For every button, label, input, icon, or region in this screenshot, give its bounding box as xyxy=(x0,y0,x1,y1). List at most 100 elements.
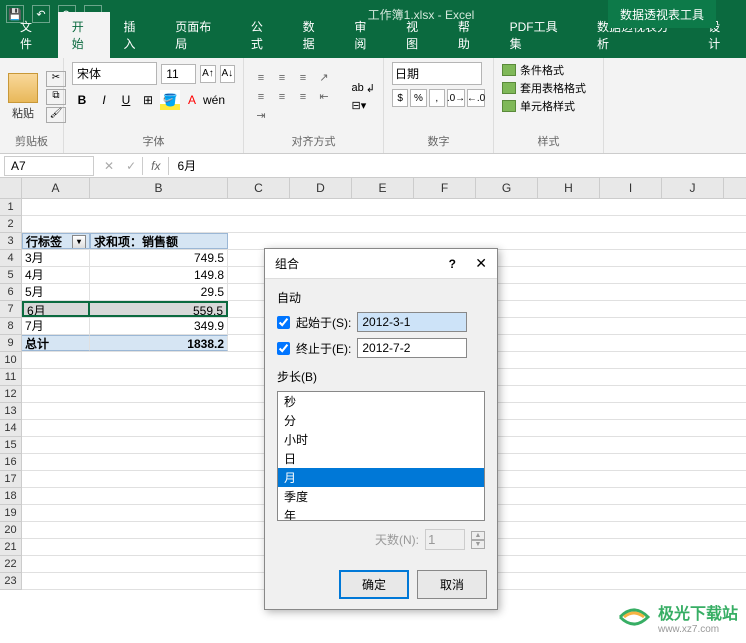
row-header[interactable]: 16 xyxy=(0,454,22,471)
end-input[interactable] xyxy=(357,338,467,358)
pivot-value[interactable]: 749.5 xyxy=(90,250,228,266)
tab-view[interactable]: 视图 xyxy=(392,12,444,58)
row-header[interactable]: 10 xyxy=(0,352,22,369)
list-item[interactable]: 秒 xyxy=(278,392,484,411)
row-header[interactable]: 7 xyxy=(0,301,22,318)
row-header[interactable]: 6 xyxy=(0,284,22,301)
list-item[interactable]: 年 xyxy=(278,506,484,521)
list-item[interactable]: 季度 xyxy=(278,487,484,506)
col-header[interactable]: E xyxy=(352,178,414,198)
row-header[interactable]: 13 xyxy=(0,403,22,420)
cancel-formula-icon[interactable]: ✕ xyxy=(98,159,120,173)
align-center-icon[interactable]: ≡ xyxy=(273,89,291,105)
font-size-select[interactable]: 11 xyxy=(161,64,196,84)
increase-decimal-icon[interactable]: .0→ xyxy=(447,89,465,107)
align-right-icon[interactable]: ≡ xyxy=(294,89,312,105)
row-header[interactable]: 4 xyxy=(0,250,22,267)
merge-button[interactable]: ⊟▾ xyxy=(352,99,375,112)
tab-help[interactable]: 帮助 xyxy=(444,12,496,58)
indent-decrease-icon[interactable]: ⇤ xyxy=(315,89,333,105)
border-button[interactable]: ⊞ xyxy=(138,90,158,110)
comma-format-icon[interactable]: , xyxy=(429,89,445,107)
fx-button[interactable]: fx xyxy=(143,159,168,173)
pivot-value[interactable]: 559.5 xyxy=(90,301,228,317)
format-painter-icon[interactable]: 🖌 xyxy=(46,107,66,123)
font-color-button[interactable]: A xyxy=(182,90,202,110)
row-header[interactable]: 11 xyxy=(0,369,22,386)
formula-input[interactable]: 6月 xyxy=(169,155,746,176)
tab-page-layout[interactable]: 页面布局 xyxy=(161,12,237,58)
align-top-icon[interactable]: ≡ xyxy=(252,70,270,86)
paste-button[interactable]: 粘贴 xyxy=(8,73,38,121)
start-input[interactable] xyxy=(357,312,467,332)
cancel-button[interactable]: 取消 xyxy=(417,570,487,599)
col-header[interactable]: H xyxy=(538,178,600,198)
pivot-row-label[interactable]: 5月 xyxy=(22,284,90,300)
col-header[interactable]: C xyxy=(228,178,290,198)
filter-dropdown-icon[interactable]: ▾ xyxy=(72,235,86,249)
tab-pdf[interactable]: PDF工具集 xyxy=(496,12,583,58)
ok-button[interactable]: 确定 xyxy=(339,570,409,599)
pivot-row-label[interactable]: 4月 xyxy=(22,267,90,283)
tab-review[interactable]: 审阅 xyxy=(340,12,392,58)
start-checkbox[interactable] xyxy=(277,316,290,329)
active-cell[interactable]: 6月 xyxy=(22,301,90,317)
pivot-total-label[interactable]: 总计 xyxy=(22,335,90,351)
list-item[interactable]: 分 xyxy=(278,411,484,430)
row-header[interactable]: 21 xyxy=(0,539,22,556)
orientation-icon[interactable]: ↗ xyxy=(315,70,333,86)
table-format-button[interactable]: 套用表格格式 xyxy=(502,80,595,96)
align-left-icon[interactable]: ≡ xyxy=(252,89,270,105)
tab-formulas[interactable]: 公式 xyxy=(237,12,289,58)
list-item[interactable]: 小时 xyxy=(278,430,484,449)
row-header[interactable]: 20 xyxy=(0,522,22,539)
decrease-font-icon[interactable]: A↓ xyxy=(220,65,235,83)
row-header[interactable]: 19 xyxy=(0,505,22,522)
pivot-total-value[interactable]: 1838.2 xyxy=(90,335,228,351)
tab-insert[interactable]: 插入 xyxy=(110,12,162,58)
conditional-format-button[interactable]: 条件格式 xyxy=(502,62,595,78)
cell-style-button[interactable]: 单元格样式 xyxy=(502,98,595,114)
align-bottom-icon[interactable]: ≡ xyxy=(294,70,312,86)
close-icon[interactable]: ✕ xyxy=(475,255,487,271)
row-header[interactable]: 22 xyxy=(0,556,22,573)
pivot-value[interactable]: 29.5 xyxy=(90,284,228,300)
row-header[interactable]: 12 xyxy=(0,386,22,403)
percent-format-icon[interactable]: % xyxy=(410,89,426,107)
row-header[interactable]: 15 xyxy=(0,437,22,454)
help-icon[interactable]: ? xyxy=(449,257,456,271)
row-header[interactable]: 17 xyxy=(0,471,22,488)
row-header[interactable]: 14 xyxy=(0,420,22,437)
underline-button[interactable]: U xyxy=(116,90,136,110)
pivot-value-header[interactable]: 求和项：销售额 xyxy=(90,233,228,249)
pivot-value[interactable]: 149.8 xyxy=(90,267,228,283)
cut-icon[interactable]: ✂ xyxy=(46,71,66,87)
col-header[interactable]: G xyxy=(476,178,538,198)
pivot-row-label[interactable]: 7月 xyxy=(22,318,90,334)
select-all-corner[interactable] xyxy=(0,178,22,198)
list-item[interactable]: 日 xyxy=(278,449,484,468)
col-header[interactable]: F xyxy=(414,178,476,198)
font-name-select[interactable]: 宋体 xyxy=(72,62,157,85)
bold-button[interactable]: B xyxy=(72,90,92,110)
decrease-decimal-icon[interactable]: ←.0 xyxy=(467,89,485,107)
enter-formula-icon[interactable]: ✓ xyxy=(120,159,142,173)
tab-home[interactable]: 开始 xyxy=(58,12,110,58)
row-header[interactable]: 23 xyxy=(0,573,22,590)
accounting-format-icon[interactable]: $ xyxy=(392,89,408,107)
row-header[interactable]: 5 xyxy=(0,267,22,284)
name-box[interactable]: A7 xyxy=(4,156,94,176)
pivot-row-label[interactable]: 3月 xyxy=(22,250,90,266)
row-header[interactable]: 3 xyxy=(0,233,22,250)
row-header[interactable]: 2 xyxy=(0,216,22,233)
fill-color-button[interactable]: 🪣 xyxy=(160,90,180,110)
align-middle-icon[interactable]: ≡ xyxy=(273,70,291,86)
row-header[interactable]: 8 xyxy=(0,318,22,335)
end-checkbox[interactable] xyxy=(277,342,290,355)
phonetic-button[interactable]: wén xyxy=(204,90,224,110)
row-header[interactable]: 1 xyxy=(0,199,22,216)
col-header[interactable]: D xyxy=(290,178,352,198)
italic-button[interactable]: I xyxy=(94,90,114,110)
col-header[interactable]: J xyxy=(662,178,724,198)
row-header[interactable]: 18 xyxy=(0,488,22,505)
